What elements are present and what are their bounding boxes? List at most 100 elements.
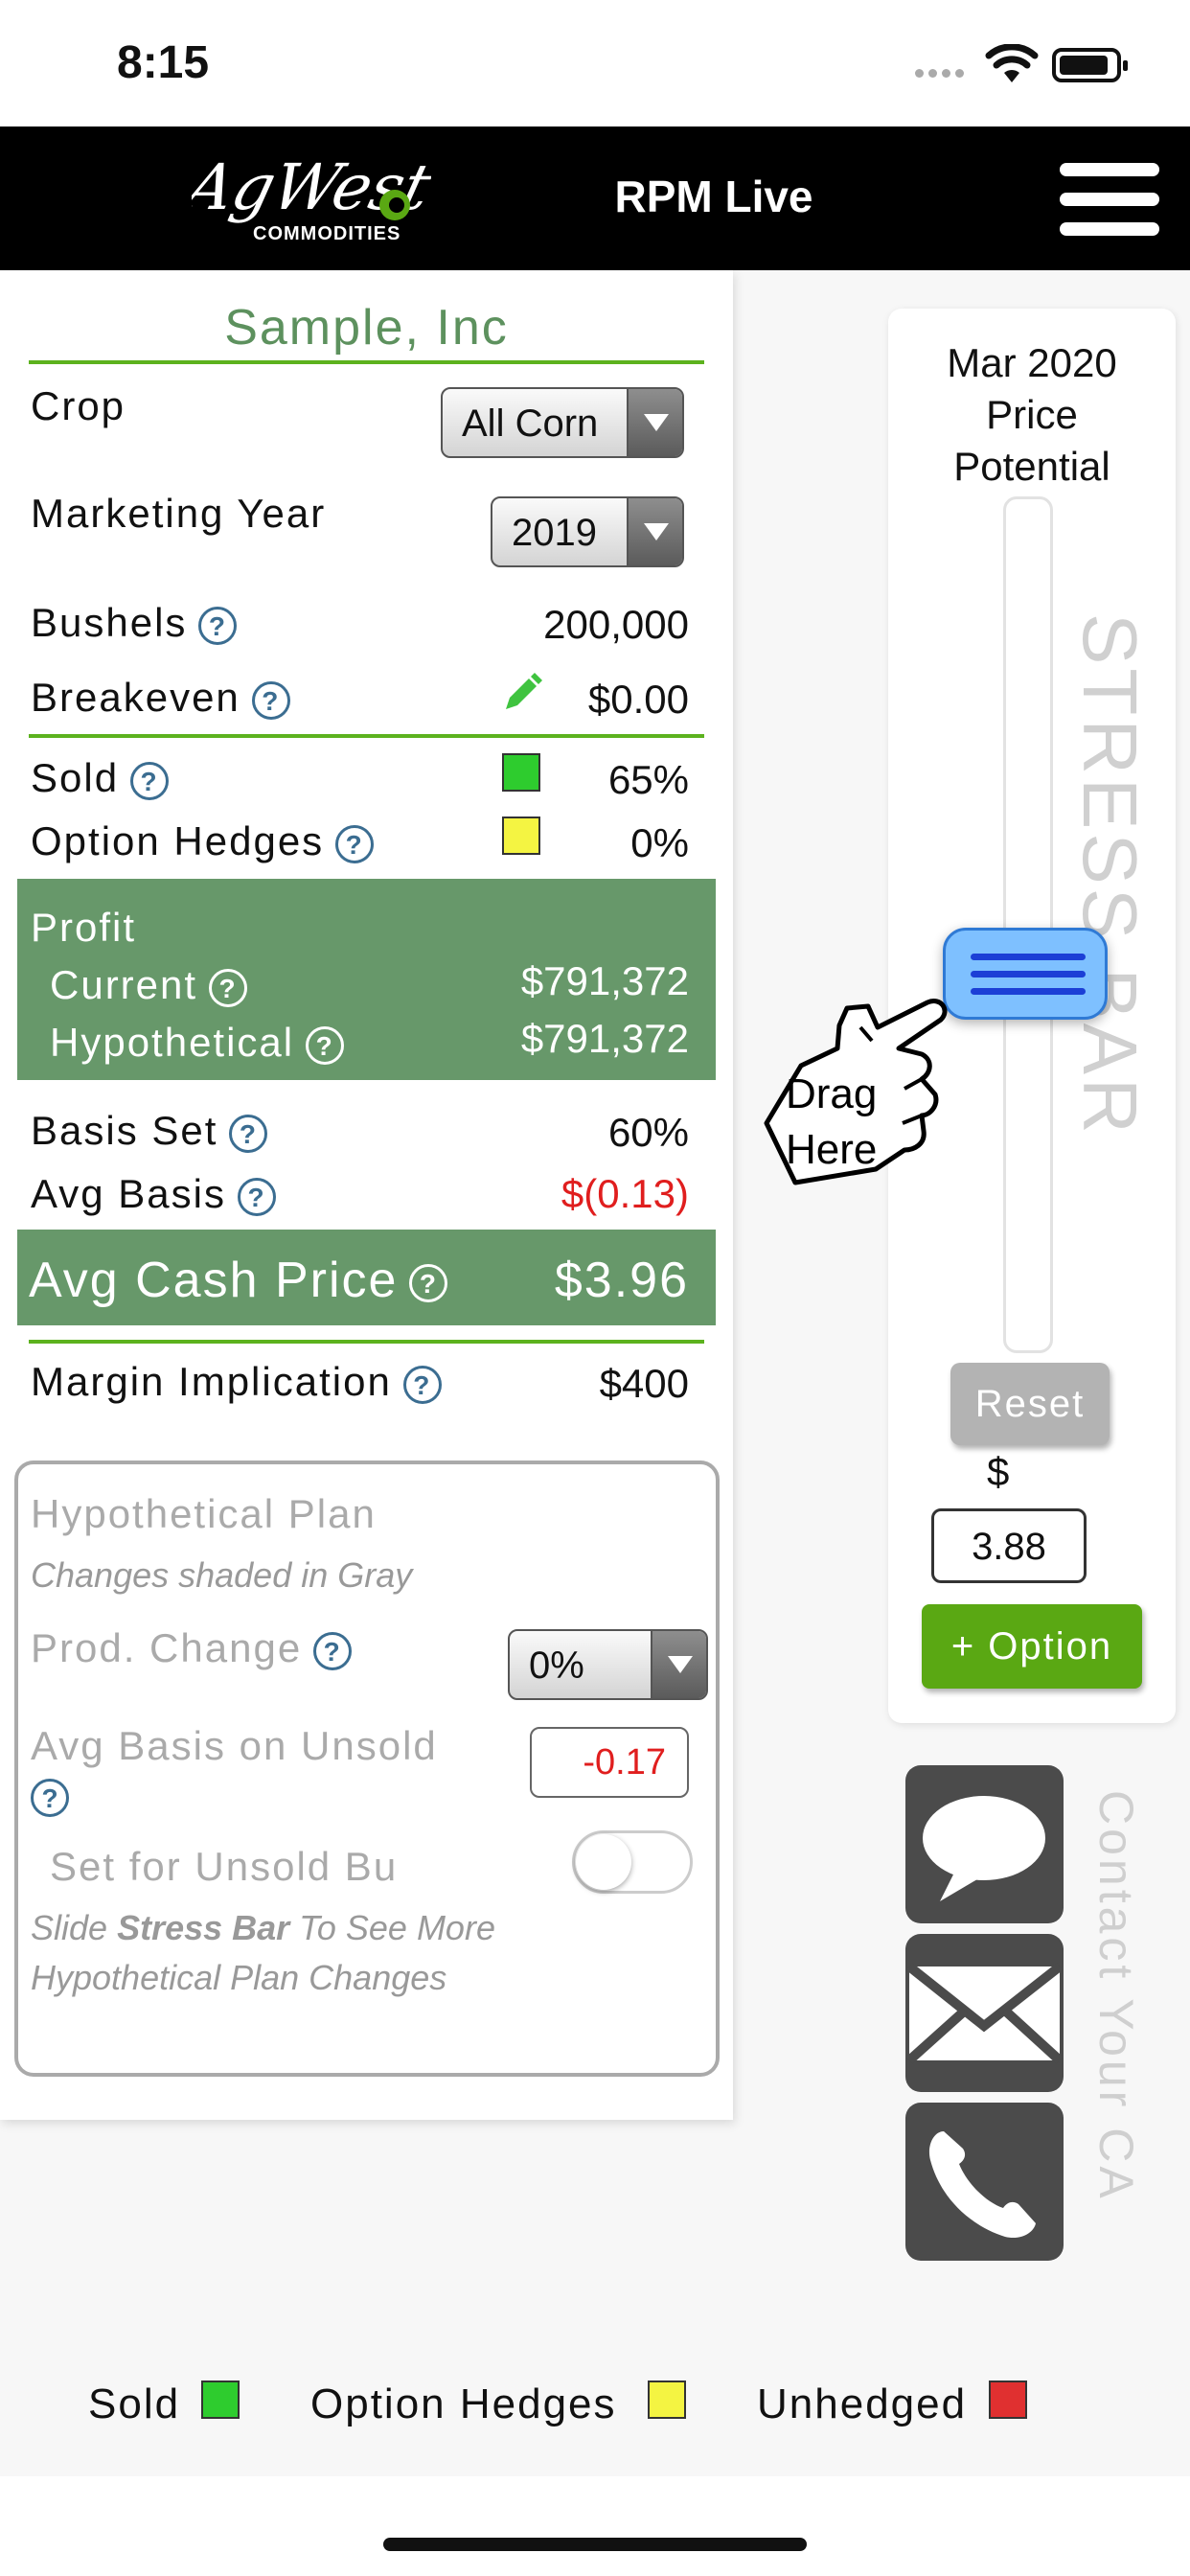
hypothetical-plan-title: Hypothetical Plan	[31, 1491, 377, 1536]
company-name: Sample, Inc	[224, 300, 509, 356]
avg-cash-price-row: Avg Cash Price?	[29, 1252, 448, 1309]
help-icon[interactable]: ?	[306, 1025, 345, 1065]
svg-text:Here: Here	[786, 1126, 877, 1173]
margin-implication-label: Margin Implication	[31, 1359, 392, 1404]
currency-symbol: $	[987, 1449, 1010, 1494]
help-icon[interactable]: ?	[313, 1631, 353, 1670]
reset-button[interactable]: Reset	[950, 1363, 1110, 1445]
crop-select[interactable]: All Corn	[441, 387, 684, 458]
contact-ca-label: Contact Your CA	[1089, 1790, 1143, 2202]
price-potential-title: Mar 2020 Price Potential	[888, 337, 1176, 493]
option-hedges-row: Option Hedges?	[31, 818, 375, 864]
profit-hypothetical-row: Hypothetical?	[50, 1020, 345, 1066]
legend-option-hedges-swatch	[648, 2380, 686, 2419]
help-icon[interactable]: ?	[402, 1365, 442, 1404]
profit-hypothetical-value: $791,372	[520, 1016, 689, 1061]
chat-icon	[923, 1796, 1045, 1901]
profit-current-row: Current?	[50, 962, 248, 1008]
chevron-down-icon	[627, 498, 682, 565]
help-icon[interactable]: ?	[130, 761, 170, 800]
marketing-year-select[interactable]: 2019	[491, 496, 684, 567]
note-text: Slide	[31, 1908, 118, 1947]
chat-button[interactable]	[905, 1765, 1064, 1923]
pencil-icon[interactable]	[500, 671, 544, 715]
email-button[interactable]	[905, 1934, 1064, 2092]
page-title: RPM Live	[614, 172, 813, 221]
option-hedges-value: 0%	[630, 820, 689, 865]
prod-change-label: Prod. Change	[31, 1625, 303, 1670]
avg-cash-price-value: $3.96	[554, 1253, 689, 1308]
prod-change-value: 0%	[529, 1644, 584, 1687]
price-input[interactable]: 3.88	[931, 1508, 1087, 1583]
basis-set-label: Basis Set	[31, 1108, 218, 1153]
avg-basis-label: Avg Basis	[31, 1171, 226, 1216]
status-time: 8:15	[117, 37, 210, 88]
stress-bar-track[interactable]	[1003, 496, 1053, 1353]
price-title-line: Price	[986, 392, 1078, 437]
avg-basis-unsold-help: ?	[19, 1779, 69, 1817]
legend-option-hedges-label: Option Hedges	[310, 2380, 617, 2427]
set-unsold-toggle[interactable]	[572, 1830, 693, 1894]
sold-value: 65%	[607, 757, 689, 802]
avg-basis-value: $(0.13)	[561, 1171, 689, 1216]
help-icon[interactable]: ?	[209, 968, 248, 1007]
phone-button[interactable]	[905, 2103, 1064, 2261]
sold-swatch	[502, 753, 540, 792]
margin-implication-value: $400	[599, 1361, 689, 1406]
help-icon[interactable]: ?	[335, 824, 375, 863]
avg-cash-price-label: Avg Cash Price	[29, 1253, 399, 1308]
divider	[29, 1340, 704, 1344]
svg-text:COMMODITIES: COMMODITIES	[253, 223, 400, 244]
crop-label: Crop	[31, 383, 126, 428]
stress-bar-note: Slide Stress Bar To See More Hypothetica…	[31, 1903, 510, 2003]
note-bold-text: Stress Bar	[117, 1908, 290, 1947]
bushels-value: 200,000	[543, 602, 689, 647]
price-title-line: Potential	[953, 444, 1110, 489]
sold-row: Sold?	[31, 755, 170, 801]
help-icon[interactable]: ?	[198, 606, 238, 645]
crop-select-value: All Corn	[462, 402, 599, 445]
help-icon[interactable]: ?	[238, 1177, 276, 1216]
legend-sold-swatch	[201, 2380, 240, 2419]
envelope-icon	[905, 1963, 1064, 2064]
bottom-area	[0, 2476, 1190, 2576]
chevron-down-icon	[651, 1631, 706, 1698]
bushels-row: Bushels?	[31, 600, 238, 646]
avg-basis-row: Avg Basis?	[31, 1171, 276, 1217]
breakeven-row: Breakeven?	[31, 675, 290, 721]
option-hedges-swatch	[502, 816, 540, 855]
price-title-line: Mar 2020	[947, 340, 1117, 385]
prod-change-select[interactable]: 0%	[508, 1629, 708, 1700]
marketing-year-value: 2019	[512, 512, 597, 554]
help-icon[interactable]: ?	[409, 1264, 448, 1303]
help-icon[interactable]: ?	[229, 1114, 268, 1153]
chevron-down-icon	[627, 389, 682, 456]
sold-label: Sold	[31, 755, 120, 800]
profit-current-label: Current	[50, 962, 198, 1007]
add-option-button[interactable]: + Option	[922, 1604, 1142, 1689]
divider	[29, 360, 704, 364]
hypothetical-plan-subtitle: Changes shaded in Gray	[31, 1555, 413, 1595]
svg-text:Drag: Drag	[786, 1070, 877, 1117]
cellular-signal-icon	[915, 65, 969, 82]
marketing-year-label: Marketing Year	[31, 491, 327, 536]
profit-current-value: $791,372	[520, 958, 689, 1003]
legend-sold-label: Sold	[88, 2380, 181, 2427]
home-indicator[interactable]	[383, 2538, 807, 2551]
avg-basis-unsold-input[interactable]: -0.17	[530, 1727, 689, 1798]
bushels-label: Bushels	[31, 600, 188, 645]
margin-implication-row: Margin Implication?	[31, 1359, 442, 1405]
help-icon[interactable]: ?	[251, 680, 290, 720]
stress-bar-watermark: STRESS BAR	[1067, 613, 1153, 1138]
legend-unhedged-swatch	[989, 2380, 1027, 2419]
drag-hand-icon: Drag Here	[764, 999, 948, 1185]
basis-set-value: 60%	[607, 1110, 689, 1155]
profit-hypothetical-label: Hypothetical	[50, 1020, 295, 1065]
profit-label: Profit	[31, 905, 137, 950]
phone-icon	[928, 2131, 1036, 2239]
menu-icon[interactable]	[1060, 163, 1159, 236]
wifi-icon	[985, 44, 1039, 82]
help-icon[interactable]: ?	[31, 1779, 69, 1817]
avg-basis-unsold-label: Avg Basis on Unsold	[31, 1723, 438, 1768]
breakeven-value: $0.00	[587, 677, 689, 722]
